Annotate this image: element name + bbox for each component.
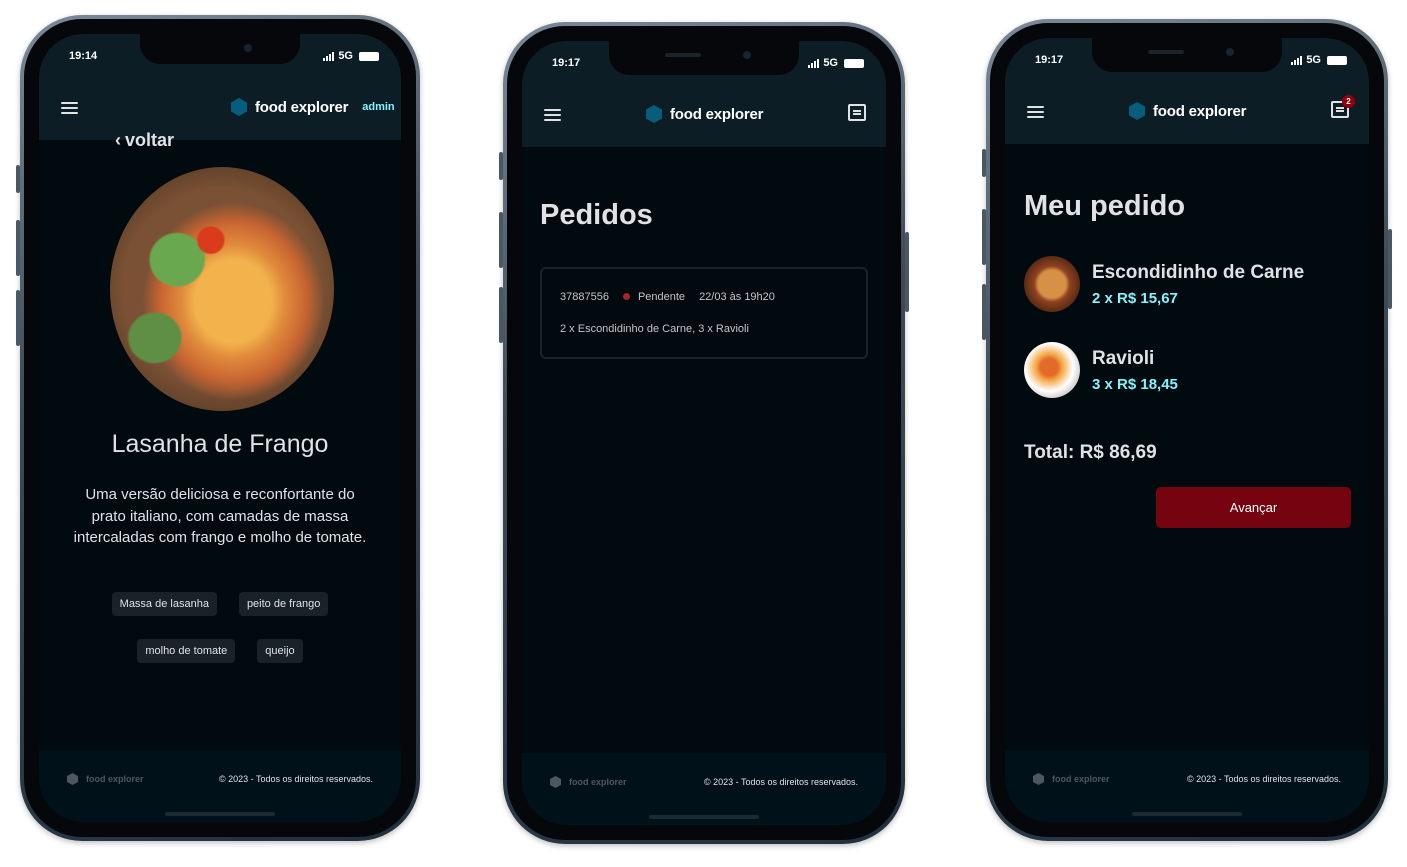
dish-screen: 19:14 5G food explorer admin ‹ voltar La…	[39, 34, 401, 822]
footer-brand: food explorer	[550, 776, 627, 788]
app-header: food explorer	[522, 85, 886, 147]
item-qty-price: 2 x R$ 15,67	[1092, 289, 1178, 307]
phone-frame-dish: 19:14 5G food explorer admin ‹ voltar La…	[16, 15, 420, 841]
cart-item: Ravioli 3 x R$ 18,45	[1024, 342, 1178, 398]
hexagon-logo-icon	[1129, 102, 1145, 120]
advance-button[interactable]: Avançar	[1156, 487, 1351, 528]
network-label: 5G	[338, 50, 353, 62]
status-time: 19:17	[552, 57, 581, 69]
notch	[609, 41, 799, 75]
ingredient-tag: peito de frango	[238, 592, 329, 616]
ingredient-tag: molho de tomate	[137, 639, 236, 663]
ingredient-tags: Massa de lasanha peito de frango molho d…	[59, 592, 381, 663]
receipt-icon[interactable]: 2	[1331, 95, 1355, 118]
chevron-left-icon: ‹	[115, 130, 121, 150]
footer-brand-name: food explorer	[1052, 774, 1110, 784]
cart-screen: 19:17 5G food explorer 2 Meu pedido Esco…	[1005, 38, 1369, 822]
notch	[1092, 38, 1282, 72]
app-header: food explorer admin	[39, 78, 401, 140]
notch	[140, 34, 300, 64]
menu-icon[interactable]	[1027, 106, 1044, 119]
status-time: 19:14	[69, 50, 98, 62]
footer-brand: food explorer	[67, 773, 144, 785]
item-qty-price: 3 x R$ 18,45	[1092, 375, 1178, 393]
page-title: Pedidos	[540, 199, 653, 231]
network-label: 5G	[823, 57, 838, 69]
menu-icon[interactable]	[61, 102, 78, 115]
signal-icon	[1291, 55, 1303, 65]
status-time: 19:17	[1035, 54, 1064, 66]
back-link[interactable]: ‹ voltar	[115, 130, 174, 151]
order-total: Total: R$ 86,69	[1024, 442, 1157, 463]
footer-brand-name: food explorer	[569, 777, 627, 787]
order-items: 2 x Escondidinho de Carne, 3 x Ravioli	[560, 323, 749, 335]
cart-item: Escondidinho de Carne 2 x R$ 15,67	[1024, 256, 1304, 312]
dish-title: Lasanha de Frango	[111, 430, 329, 458]
hexagon-logo-icon	[550, 776, 561, 788]
brand-logo[interactable]: food explorer	[646, 105, 763, 123]
battery-icon	[1327, 55, 1347, 65]
hexagon-logo-icon	[67, 773, 78, 785]
ingredient-tag: Massa de lasanha	[111, 592, 217, 616]
copyright: © 2023 - Todos os direitos reservados.	[1186, 774, 1341, 784]
cart-count-badge: 2	[1342, 95, 1355, 108]
brand-logo[interactable]: food explorer	[1129, 102, 1246, 120]
signal-icon	[808, 58, 820, 68]
footer-brand-name: food explorer	[86, 774, 144, 784]
battery-icon	[844, 58, 864, 68]
network-label: 5G	[1306, 54, 1321, 66]
receipt-icon[interactable]	[848, 104, 866, 121]
phone-frame-orders: 19:17 5G food explorer Pedidos 37887556 …	[499, 22, 909, 844]
admin-label: admin	[362, 101, 395, 113]
home-indicator	[165, 812, 275, 816]
hexagon-logo-icon	[1033, 773, 1044, 785]
home-indicator	[1132, 812, 1242, 816]
dish-description: Uma versão deliciosa e reconfortante do …	[73, 486, 367, 546]
order-date: 22/03 às 19h20	[699, 291, 775, 303]
ingredient-tag: queijo	[257, 639, 303, 663]
home-indicator	[649, 815, 759, 819]
order-card[interactable]: 37887556 Pendente 22/03 às 19h20 2 x Esc…	[540, 267, 868, 359]
order-code: 37887556	[560, 291, 609, 303]
item-image	[1024, 342, 1080, 398]
item-image	[1024, 256, 1080, 312]
footer-brand: food explorer	[1033, 773, 1110, 785]
hexagon-logo-icon	[646, 105, 662, 123]
brand-name: food explorer	[1153, 102, 1247, 120]
back-label: voltar	[125, 130, 175, 150]
brand-logo[interactable]: food explorer admin	[231, 98, 395, 116]
dish-image	[110, 167, 334, 411]
battery-icon	[359, 51, 379, 61]
menu-icon[interactable]	[544, 109, 561, 122]
item-name: Escondidinho de Carne	[1092, 261, 1305, 283]
order-status: Pendente	[622, 291, 685, 303]
brand-name: food explorer	[255, 98, 349, 116]
hexagon-logo-icon	[231, 98, 247, 116]
item-name: Ravioli	[1092, 347, 1155, 369]
signal-icon	[323, 51, 335, 61]
page-title: Meu pedido	[1024, 190, 1186, 222]
orders-screen: 19:17 5G food explorer Pedidos 37887556 …	[522, 41, 886, 825]
app-header: food explorer 2	[1005, 82, 1369, 144]
status-dot-icon	[622, 293, 630, 300]
copyright: © 2023 - Todos os direitos reservados.	[703, 777, 858, 787]
brand-name: food explorer	[670, 105, 764, 123]
copyright: © 2023 - Todos os direitos reservados.	[218, 774, 373, 784]
phone-frame-cart: 19:17 5G food explorer 2 Meu pedido Esco…	[982, 19, 1392, 841]
